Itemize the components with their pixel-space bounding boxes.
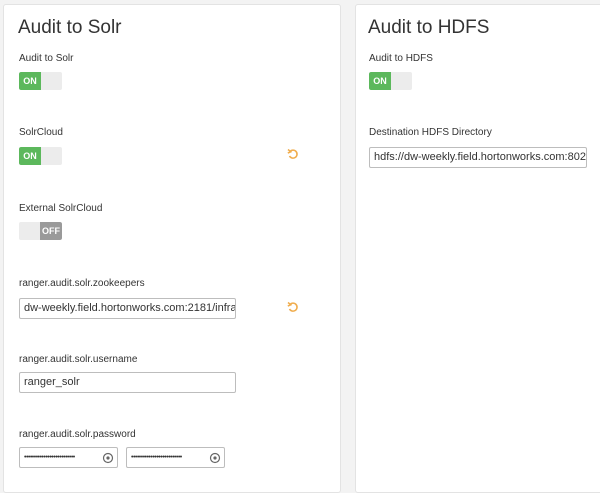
eye-icon[interactable] [209,452,221,464]
undo-icon[interactable] [287,148,299,160]
solrcloud-label: SolrCloud [19,127,63,138]
panel-title-audit-hdfs: Audit to HDFS [368,17,490,38]
undo-icon[interactable] [287,301,299,313]
zookeepers-label: ranger.audit.solr.zookeepers [19,278,145,289]
panel-title-audit-solr: Audit to Solr [18,17,122,38]
toggle-state-label: OFF [40,222,62,240]
destination-hdfs-input[interactable]: hdfs://dw-weekly.field.hortonworks.com:8… [369,147,587,168]
audit-to-solr-label: Audit to Solr [19,53,74,64]
password-label: ranger.audit.solr.password [19,429,136,440]
external-solrcloud-label: External SolrCloud [19,203,103,214]
audit-to-hdfs-panel: Audit to HDFS Audit to HDFS ON Destinati… [355,4,600,493]
password-input[interactable]: •••••••••••••••••••••••••• [19,447,118,468]
toggle-state-label: ON [369,72,391,90]
username-input[interactable]: ranger_solr [19,372,236,393]
username-label: ranger.audit.solr.username [19,354,138,365]
eye-icon[interactable] [102,452,114,464]
audit-to-solr-toggle[interactable]: ON [19,72,62,90]
external-solrcloud-toggle[interactable]: OFF [19,222,62,240]
zookeepers-input[interactable]: dw-weekly.field.hortonworks.com:2181/inf… [19,298,236,319]
password-confirm-mask: •••••••••••••••••••••••••• [131,454,182,461]
audit-to-hdfs-toggle[interactable]: ON [369,72,412,90]
toggle-state-label: ON [19,72,41,90]
toggle-state-label: ON [19,147,41,165]
audit-to-solr-panel: Audit to Solr Audit to Solr ON SolrCloud… [3,4,341,493]
password-mask: •••••••••••••••••••••••••• [24,454,75,461]
solrcloud-toggle[interactable]: ON [19,147,62,165]
destination-hdfs-label: Destination HDFS Directory [369,127,492,138]
audit-to-hdfs-label: Audit to HDFS [369,53,433,64]
password-confirm-input[interactable]: •••••••••••••••••••••••••• [126,447,225,468]
